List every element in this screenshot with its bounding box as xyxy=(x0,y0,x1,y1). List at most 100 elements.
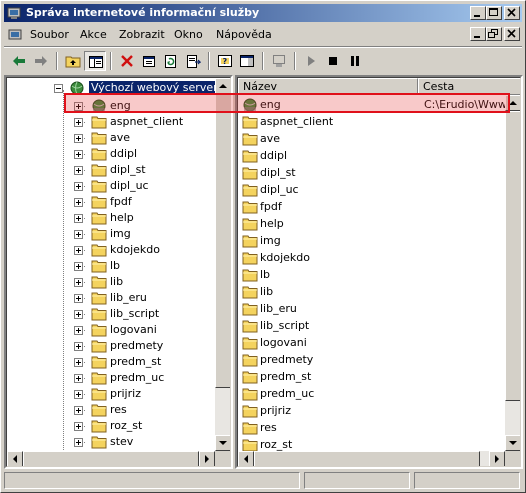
scroll-right-button[interactable] xyxy=(199,451,215,466)
tree-item-label[interactable]: fpdf xyxy=(108,195,134,209)
tree-item[interactable]: logovani xyxy=(7,322,212,338)
tree-view[interactable]: Výchozí webový server eng aspnet_client av… xyxy=(6,77,231,467)
list-item[interactable]: dipl_st xyxy=(238,165,503,182)
tree-item[interactable]: dipl_st xyxy=(7,162,212,178)
scroll-down-button[interactable] xyxy=(505,435,520,451)
scroll-left-button[interactable] xyxy=(238,451,254,466)
tree-item[interactable]: predm_st xyxy=(7,354,212,370)
tree-expand-toggle[interactable] xyxy=(74,166,83,175)
list-horizontal-scrollbar[interactable] xyxy=(238,451,505,466)
list-item[interactable]: lb xyxy=(238,267,503,284)
tree-expand-toggle[interactable] xyxy=(74,214,83,223)
tree-expand-toggle[interactable] xyxy=(74,198,83,207)
tree-item[interactable]: dipl_uc xyxy=(7,178,212,194)
tree-item-label[interactable]: dipl_uc xyxy=(108,179,151,193)
tree-expand-toggle[interactable] xyxy=(74,246,83,255)
menu-okno[interactable]: Okno xyxy=(174,28,203,41)
child-restore-button[interactable] xyxy=(486,27,502,41)
stop-button[interactable] xyxy=(322,51,344,71)
scroll-thumb[interactable] xyxy=(254,451,480,466)
tree-item[interactable]: ddipl xyxy=(7,146,212,162)
list-item[interactable]: lib_eru xyxy=(238,301,503,318)
tree-expand-toggle[interactable] xyxy=(74,374,83,383)
list-vertical-scrollbar[interactable] xyxy=(505,95,520,451)
child-close-button[interactable] xyxy=(504,27,520,41)
tree-item-label[interactable]: prijriz xyxy=(108,387,143,401)
tree-expand-toggle[interactable] xyxy=(74,230,83,239)
scroll-down-button[interactable] xyxy=(215,435,230,451)
list-item[interactable]: help xyxy=(238,216,503,233)
tree-collapse-toggle[interactable] xyxy=(54,84,63,93)
minimize-button[interactable] xyxy=(470,6,486,20)
list-item[interactable]: logovani xyxy=(238,335,503,352)
tree-expand-toggle[interactable] xyxy=(74,438,83,447)
list-item[interactable]: fpdf xyxy=(238,199,503,216)
maximize-button[interactable] xyxy=(486,6,502,20)
tree-item[interactable]: lib_script xyxy=(7,306,212,322)
up-one-level-button[interactable] xyxy=(62,51,84,71)
tree-item-label[interactable]: help xyxy=(108,211,136,225)
delete-button[interactable] xyxy=(116,51,138,71)
list-item[interactable]: dipl_uc xyxy=(238,182,503,199)
list-item[interactable]: lib xyxy=(238,284,503,301)
tree-item-label[interactable]: roz_st xyxy=(108,419,144,433)
tree-item[interactable]: fpdf xyxy=(7,194,212,210)
tree-item-label[interactable]: stev xyxy=(108,435,135,449)
tree-item[interactable]: lib_eru xyxy=(7,290,212,306)
tree-item-label[interactable]: dipl_st xyxy=(108,163,148,177)
pause-button[interactable] xyxy=(344,51,366,71)
tree-item-label[interactable]: logovani xyxy=(108,323,159,337)
tree-item-label[interactable]: lib_script xyxy=(108,307,161,321)
tree-item[interactable]: stev xyxy=(7,434,212,450)
list-item[interactable]: img xyxy=(238,233,503,250)
tree-expand-toggle[interactable] xyxy=(74,150,83,159)
tree-horizontal-scrollbar[interactable] xyxy=(7,451,215,466)
tree-expand-toggle[interactable] xyxy=(74,390,83,399)
list-item[interactable]: ddipl xyxy=(238,148,503,165)
scroll-thumb[interactable] xyxy=(215,94,230,388)
tree-item[interactable]: aspnet_client xyxy=(7,114,212,130)
show-hide-tree-button[interactable] xyxy=(84,51,106,71)
tree-expand-toggle[interactable] xyxy=(74,134,83,143)
refresh-button[interactable] xyxy=(160,51,182,71)
list-item[interactable]: predm_st xyxy=(238,369,503,386)
close-button[interactable] xyxy=(504,6,520,20)
list-item[interactable]: kdojekdo xyxy=(238,250,503,267)
tree-vertical-scrollbar[interactable] xyxy=(215,78,230,451)
tree-expand-toggle[interactable] xyxy=(74,342,83,351)
tree-item-label[interactable]: img xyxy=(108,227,133,241)
tree-item[interactable]: lb xyxy=(7,258,212,274)
tree-expand-toggle[interactable] xyxy=(74,326,83,335)
list-item[interactable]: ave xyxy=(238,131,503,148)
list-item[interactable]: predm_uc xyxy=(238,386,503,403)
back-button[interactable] xyxy=(8,51,30,71)
tree-item[interactable]: lib xyxy=(7,274,212,290)
tree-item-label[interactable]: lb xyxy=(108,259,122,273)
tree-item-label[interactable]: kdojekdo xyxy=(108,243,162,257)
list-item[interactable]: res xyxy=(238,420,503,437)
tree-item-label[interactable]: ave xyxy=(108,131,132,145)
tree-expand-toggle[interactable] xyxy=(74,310,83,319)
scroll-left-button[interactable] xyxy=(7,451,23,466)
menu-akce[interactable]: Akce xyxy=(80,28,107,41)
tree-expand-toggle[interactable] xyxy=(74,358,83,367)
menu-soubor[interactable]: Soubor xyxy=(30,28,69,41)
scroll-thumb[interactable] xyxy=(505,111,520,401)
tree-item[interactable]: predm_uc xyxy=(7,370,212,386)
menu-napoveda[interactable]: Nápověda xyxy=(216,28,272,41)
tree-item[interactable]: term_uc xyxy=(7,466,212,467)
tree-item[interactable]: res xyxy=(7,402,212,418)
list-view[interactable]: Název Cesta eng C:\Erudio\Www aspnet_clien… xyxy=(237,77,521,467)
tree-item[interactable]: predmety xyxy=(7,338,212,354)
tree-expand-toggle[interactable] xyxy=(74,294,83,303)
scroll-up-button[interactable] xyxy=(215,78,230,94)
list-item[interactable]: predmety xyxy=(238,352,503,369)
properties-button[interactable] xyxy=(138,51,160,71)
tree-item[interactable]: roz_st xyxy=(7,418,212,434)
tree-item-label[interactable]: aspnet_client xyxy=(108,115,185,129)
tree-expand-toggle[interactable] xyxy=(74,182,83,191)
list-item[interactable]: prijriz xyxy=(238,403,503,420)
title-bar[interactable]: Správa internetové informační služby xyxy=(4,4,522,22)
tree-item-label[interactable]: res xyxy=(108,403,129,417)
list-item[interactable]: aspnet_client xyxy=(238,114,503,131)
